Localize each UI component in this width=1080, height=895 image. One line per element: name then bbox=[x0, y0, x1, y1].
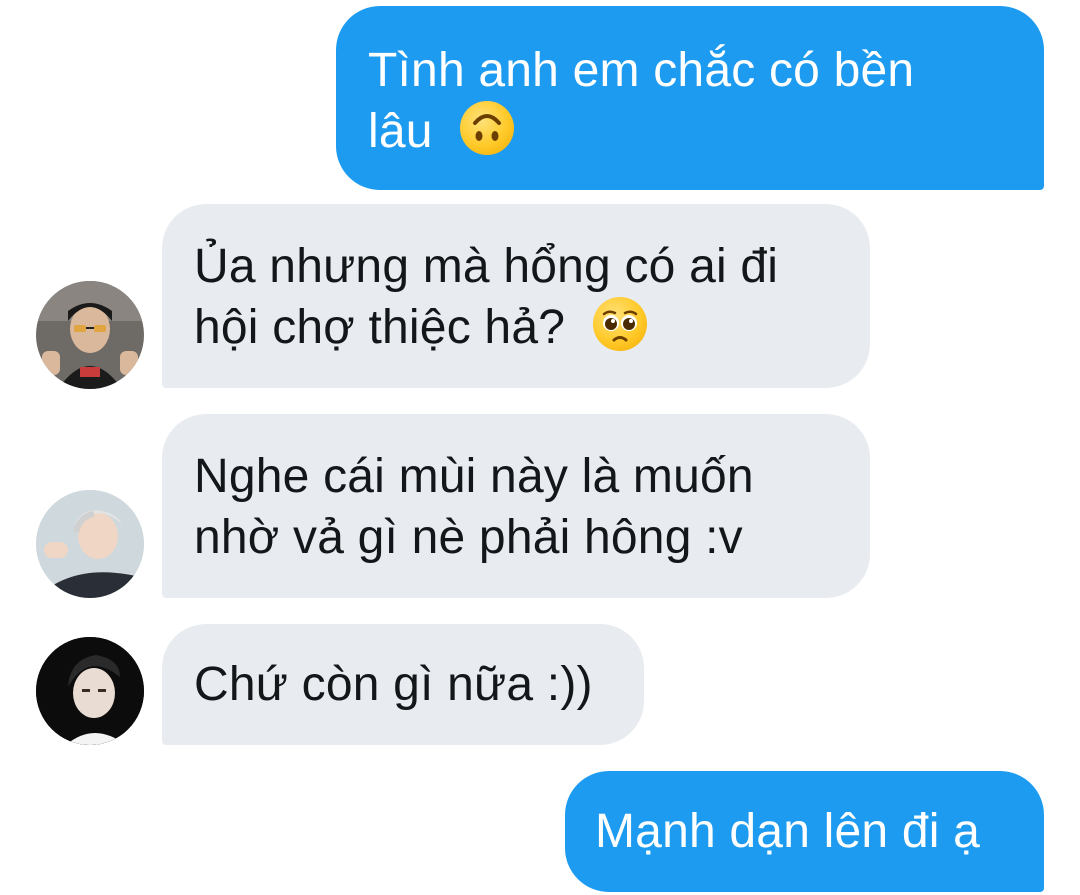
incoming-message-bubble[interactable]: Ủa nhưng mà hổng có ai đi hội chợ thiệc … bbox=[162, 204, 870, 388]
avatar-user-3[interactable] bbox=[36, 637, 144, 745]
incoming-message-bubble[interactable]: Chứ còn gì nữa :)) bbox=[162, 624, 644, 745]
message-text-line: lâu bbox=[368, 105, 433, 158]
message-text-line: Ủa nhưng mà hổng có ai đi bbox=[194, 240, 779, 293]
pleading-face-emoji bbox=[592, 297, 647, 351]
message-text-line: Nghe cái mùi này là muốn bbox=[194, 450, 754, 503]
outgoing-message-bubble[interactable]: Mạnh dạn lên đi ạ bbox=[565, 771, 1044, 892]
message-text-line: Chứ còn gì nữa :)) bbox=[194, 658, 593, 711]
message-text-line: Tình anh em chắc có bền bbox=[368, 44, 915, 97]
avatar-user-2[interactable] bbox=[36, 490, 144, 598]
message-text-line: Mạnh dạn lên đi ạ bbox=[595, 805, 981, 858]
outgoing-message-bubble[interactable]: Tình anh em chắc có bền lâu bbox=[336, 6, 1044, 190]
avatar-user-1[interactable] bbox=[36, 281, 144, 389]
message-text-line: hội chợ thiệc hả? bbox=[194, 301, 566, 354]
upside-down-face-emoji bbox=[460, 101, 515, 155]
message-text-line: nhờ vả gì nè phải hông :v bbox=[194, 511, 743, 564]
incoming-message-bubble[interactable]: Nghe cái mùi này là muốn nhờ vả gì nè ph… bbox=[162, 414, 870, 598]
